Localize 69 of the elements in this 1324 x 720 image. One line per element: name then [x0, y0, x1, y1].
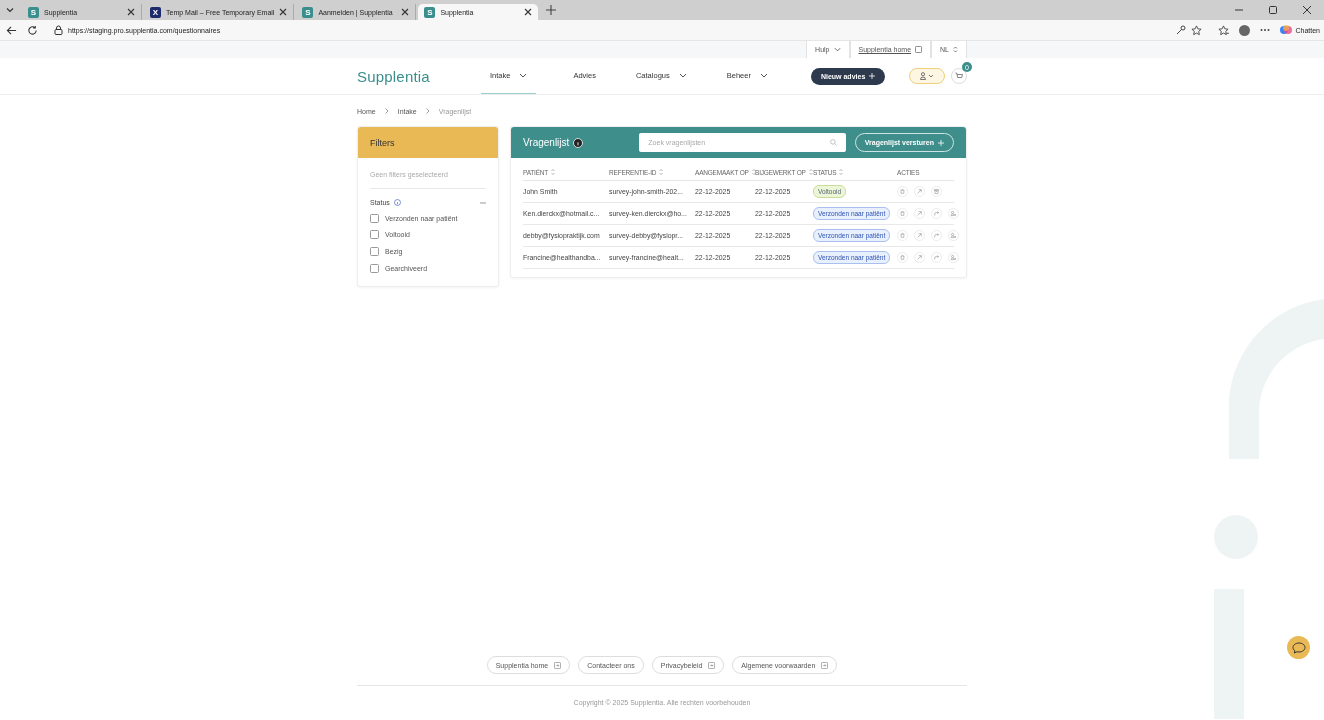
plus-icon — [869, 73, 876, 79]
checkbox[interactable] — [370, 213, 379, 223]
plus-icon — [938, 139, 944, 146]
share-icon[interactable] — [931, 208, 942, 219]
chevron-icon — [384, 108, 389, 114]
add-user-icon[interactable] — [948, 230, 959, 241]
info-icon — [573, 137, 584, 148]
favicon: X — [150, 6, 161, 18]
lock-icon — [54, 25, 63, 35]
delete-icon[interactable] — [897, 252, 908, 263]
sort-icon — [839, 169, 844, 175]
chat-button[interactable] — [1287, 636, 1310, 659]
chevron-icon — [519, 73, 528, 78]
back-icon[interactable] — [6, 24, 17, 36]
add-user-icon[interactable] — [948, 208, 959, 219]
arrow-icon[interactable] — [914, 252, 925, 263]
arrow-icon[interactable] — [914, 208, 925, 219]
share-icon[interactable] — [931, 252, 942, 263]
user-icon — [920, 72, 934, 80]
close-icon[interactable] — [1302, 5, 1312, 15]
chevron-icon — [833, 47, 841, 52]
sort-icon — [551, 169, 556, 175]
panel-title: Vragenlijst — [523, 137, 570, 148]
reload-icon[interactable] — [27, 24, 38, 36]
close-icon[interactable] — [524, 8, 533, 16]
external-link-icon — [554, 661, 562, 669]
new-tab-icon[interactable] — [546, 5, 557, 15]
collapse-icon[interactable] — [480, 201, 486, 204]
chevron-icon — [759, 73, 768, 78]
more-icon[interactable] — [1260, 28, 1271, 32]
profile-avatar[interactable] — [1239, 24, 1251, 36]
sort-icon — [953, 46, 958, 53]
checkbox[interactable] — [370, 230, 379, 240]
logo[interactable]: Supplentia — [357, 67, 481, 85]
delete-icon[interactable] — [897, 186, 908, 197]
search-icon — [830, 139, 838, 146]
archive-icon[interactable] — [931, 186, 942, 197]
favicon: S — [28, 6, 39, 18]
add-user-icon[interactable] — [948, 252, 959, 263]
arrow-icon[interactable] — [914, 230, 925, 241]
chevron-icon — [425, 108, 430, 114]
maximize-icon[interactable] — [1268, 5, 1278, 15]
sort-icon — [808, 169, 813, 175]
info-icon — [393, 199, 401, 206]
favicon: S — [424, 6, 436, 18]
share-icon[interactable] — [931, 230, 942, 241]
cart-icon — [955, 72, 963, 80]
close-icon[interactable] — [127, 8, 135, 16]
external-link-icon — [821, 661, 829, 669]
chat-icon — [1291, 641, 1306, 654]
sort-icon — [659, 169, 664, 175]
key-icon[interactable] — [1176, 25, 1187, 35]
delete-icon[interactable] — [897, 208, 908, 219]
external-link-icon — [915, 46, 923, 53]
user-menu-button[interactable] — [909, 68, 945, 84]
favorites-icon[interactable] — [1218, 24, 1230, 36]
arrow-icon[interactable] — [914, 186, 925, 197]
star-icon[interactable] — [1191, 24, 1203, 36]
chevron-icon — [678, 73, 687, 78]
favicon: S — [302, 6, 314, 18]
delete-icon[interactable] — [897, 230, 908, 241]
close-icon[interactable] — [401, 8, 410, 16]
external-link-icon — [708, 661, 716, 669]
close-icon[interactable] — [279, 8, 288, 16]
sort-icon — [751, 169, 756, 175]
checkbox[interactable] — [370, 247, 379, 256]
checkbox[interactable] — [370, 263, 379, 273]
filters-title: Filters — [370, 137, 395, 148]
copilot-icon — [1280, 24, 1293, 36]
